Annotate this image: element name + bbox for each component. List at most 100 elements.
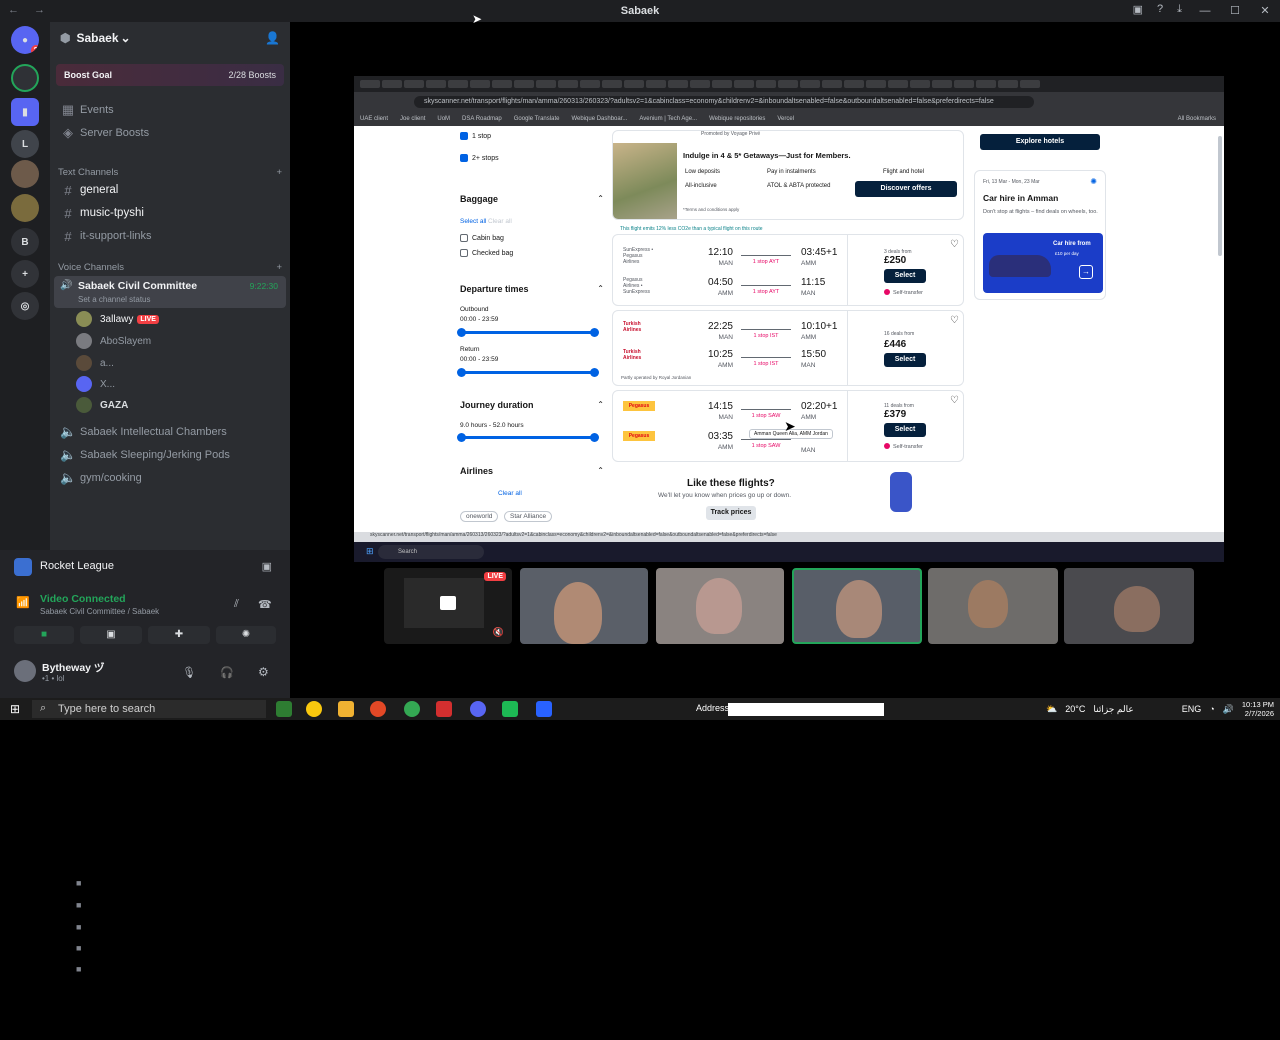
chevron-up-icon[interactable]: ⌃ xyxy=(597,284,604,293)
member-a[interactable]: a... ■ xyxy=(76,354,280,932)
member-gaza[interactable]: GAZA ■ xyxy=(76,396,280,974)
bookmark[interactable]: Avenium | Tech Age... xyxy=(639,116,697,122)
journey-slider[interactable] xyxy=(457,433,599,442)
bookmark[interactable]: Webique Dashboar... xyxy=(571,116,627,122)
member-3allawy[interactable]: 3allawy ■ LIVE xyxy=(76,310,280,888)
screen-share-button[interactable]: ▣ xyxy=(80,626,142,644)
airlines-title[interactable]: Airlines xyxy=(460,466,493,476)
server-name-header[interactable]: ⬢ Sabaek ⌄ 👤 xyxy=(50,22,290,54)
minimize-button[interactable]: — xyxy=(1190,0,1220,22)
windows-start-icon[interactable]: ⊞ xyxy=(10,702,20,716)
disconnect-icon[interactable]: ☎ xyxy=(258,598,272,611)
maximize-button[interactable]: ☐ xyxy=(1220,0,1250,22)
webcam-tile-4[interactable] xyxy=(928,568,1058,644)
departure-times-title[interactable]: Departure times xyxy=(460,284,529,294)
channel-it-support-links[interactable]: # it-support-links xyxy=(56,226,284,246)
journey-duration-title[interactable]: Journey duration xyxy=(460,400,534,410)
webcam-tile-3-speaking[interactable] xyxy=(792,568,922,644)
airlines-clear-all[interactable]: Clear all xyxy=(498,490,522,497)
app-icon-red[interactable] xyxy=(436,701,452,717)
cabin-bag-checkbox[interactable]: Cabin bag xyxy=(460,234,504,242)
select-all-link[interactable]: Select all xyxy=(460,218,486,225)
app-icon-green[interactable] xyxy=(502,701,518,717)
server-icon-2[interactable] xyxy=(11,194,39,222)
voice-channel-intellectual[interactable]: 🔈 Sabaek Intellectual Chambers xyxy=(56,422,284,442)
outbound-slider[interactable] xyxy=(457,328,599,337)
opera-icon[interactable] xyxy=(370,701,386,717)
server-icon-purple[interactable]: ▮ xyxy=(11,98,39,126)
inbox-icon[interactable]: ▣ xyxy=(1133,3,1143,16)
activity-icon[interactable]: ▣ xyxy=(262,560,272,573)
chevron-up-icon[interactable]: ⌃ xyxy=(597,466,604,475)
chevron-up-icon[interactable]: ⌃ xyxy=(597,400,604,409)
star-alliance-chip[interactable]: Star Alliance xyxy=(504,511,553,522)
promo-card[interactable]: Promoted by Voyage Privé Indulge in 4 & … xyxy=(612,130,964,220)
webcam-tile-5[interactable] xyxy=(1064,568,1194,644)
stops-2-checkbox[interactable]: 2+ stops xyxy=(460,154,499,162)
boost-goal-bar[interactable]: Boost Goal 2/28 Boosts xyxy=(56,64,284,86)
language-indicator[interactable]: ENG xyxy=(1182,704,1202,714)
app-icon-blue[interactable] xyxy=(536,701,552,717)
flight-result-2[interactable]: Turkish Airlines 22:25 MAN 1 stop IST 10… xyxy=(612,310,964,386)
all-bookmarks[interactable]: All Bookmarks xyxy=(1178,116,1216,122)
chrome-icon[interactable] xyxy=(404,701,420,717)
channel-music-tpyshi[interactable]: # music-tpyshi xyxy=(56,203,284,223)
voice-channel-gym[interactable]: 🔈 gym/cooking xyxy=(56,468,284,488)
dm-avatar[interactable] xyxy=(11,64,39,92)
server-icon-1[interactable] xyxy=(11,160,39,188)
bookmark[interactable]: UoM xyxy=(437,116,450,122)
help-icon[interactable]: ? xyxy=(1157,3,1163,16)
baggage-title[interactable]: Baggage xyxy=(460,194,498,204)
screen-share-stream[interactable]: skyscanner.net/transport/flights/man/amm… xyxy=(354,76,1224,542)
add-channel-icon[interactable]: + xyxy=(276,167,282,178)
xbox-icon[interactable] xyxy=(276,701,292,717)
activities-button[interactable]: ✚ xyxy=(148,626,210,644)
return-slider[interactable] xyxy=(457,368,599,377)
server-icon-by[interactable]: B xyxy=(11,228,39,256)
webcam-tile-1[interactable] xyxy=(520,568,648,644)
discover-icon[interactable]: ◎ xyxy=(11,292,39,320)
channel-general[interactable]: # general xyxy=(56,180,284,200)
webcam-tile-2[interactable] xyxy=(656,568,784,644)
select-button[interactable]: Select xyxy=(884,269,926,283)
chevron-up-icon[interactable]: ⌃ xyxy=(597,194,604,203)
url-bar[interactable]: skyscanner.net/transport/flights/man/amm… xyxy=(414,96,1034,108)
bookmark[interactable]: Vercel xyxy=(777,116,794,122)
voice-channel-sleeping[interactable]: 🔈 Sabaek Sleeping/Jerking Pods xyxy=(56,445,284,465)
invite-icon[interactable]: 👤 xyxy=(265,31,280,45)
heart-icon[interactable]: ♡ xyxy=(950,315,959,326)
browser-tab-strip[interactable] xyxy=(354,76,1224,92)
heart-icon[interactable]: ♡ xyxy=(950,239,959,250)
soundboard-button[interactable]: ✺ xyxy=(216,626,276,644)
settings-gear-icon[interactable]: ⚙ xyxy=(258,665,269,679)
discover-offers-button[interactable]: Discover offers xyxy=(855,181,957,197)
car-banner[interactable]: Car hire from £10 per day → xyxy=(983,233,1103,293)
close-button[interactable]: ✕ xyxy=(1250,0,1280,22)
camera-button[interactable]: ■ xyxy=(14,626,74,644)
server-boosts-item[interactable]: ◈ Server Boosts xyxy=(56,123,284,143)
bookmark[interactable]: DSA Roadmap xyxy=(462,116,502,122)
heart-icon[interactable]: ♡ xyxy=(950,395,959,406)
address-input[interactable] xyxy=(728,703,884,716)
checked-bag-checkbox[interactable]: Checked bag xyxy=(460,249,513,257)
app-icon-yellow[interactable] xyxy=(306,701,322,717)
taskbar-search[interactable]: ⌕ Type here to search xyxy=(32,700,266,718)
wifi-icon[interactable]: ◔ xyxy=(1209,704,1214,714)
stops-1-checkbox[interactable]: 1 stop xyxy=(460,132,491,140)
weather-temp[interactable]: 20°C xyxy=(1065,704,1085,714)
add-server-icon[interactable]: + xyxy=(11,260,39,288)
arrow-right-icon[interactable]: → xyxy=(1079,265,1093,279)
discord-taskbar-icon[interactable] xyxy=(470,701,486,717)
scrollbar[interactable] xyxy=(1218,136,1222,256)
explore-hotels-button[interactable]: Explore hotels xyxy=(980,134,1100,150)
microphone-icon[interactable]: 🎙 xyxy=(182,666,196,679)
bookmark[interactable]: Webique repositories xyxy=(709,116,765,122)
car-hire-card[interactable]: Fri, 13 Mar - Mon, 23 Mar ✺ Car hire in … xyxy=(974,170,1106,300)
clear-all-link[interactable]: Clear all xyxy=(488,218,512,225)
download-icon[interactable]: ⤓ xyxy=(1177,3,1182,16)
member-x[interactable]: X... ■ xyxy=(76,375,280,953)
member-aboslayem[interactable]: AboSlayem ■ xyxy=(76,332,280,910)
text-channels-category[interactable]: Text Channels + xyxy=(58,167,282,178)
add-voice-channel-icon[interactable]: + xyxy=(276,262,282,273)
stream-tile-3allawy[interactable]: LIVE 🔇 xyxy=(384,568,512,644)
